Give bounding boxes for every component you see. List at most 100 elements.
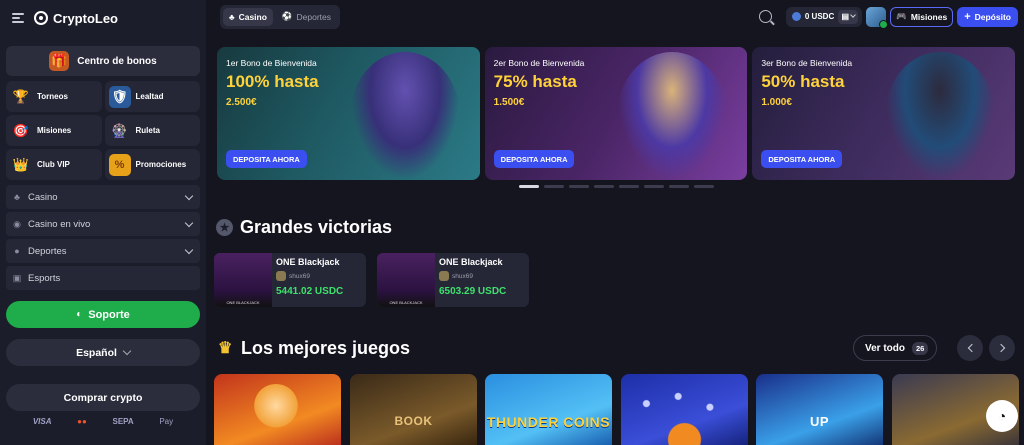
tab-label: Casino: [238, 11, 267, 22]
carousel-prev-button[interactable]: [957, 335, 983, 361]
carousel-dot[interactable]: [594, 185, 614, 188]
banner-welcome-3[interactable]: 3er Bono de Bienvenida 50% hasta 1.000€ …: [752, 47, 1016, 180]
balance-value: 0 USDC: [804, 12, 835, 21]
section-switcher: ♣ Casino ⚽ Deportes: [220, 4, 341, 29]
gamepad-icon: ▣: [12, 273, 22, 283]
nav-casino-en-vivo[interactable]: ◉ Casino en vivo: [6, 212, 200, 236]
tile-label: Promociones: [135, 160, 187, 169]
chevron-down-icon: [850, 12, 856, 18]
deposit-now-button[interactable]: DEPOSITA AHORA: [226, 150, 307, 168]
ball-icon: ●: [14, 246, 20, 256]
banner-welcome-2[interactable]: 2er Bono de Bienvenida 75% hasta 1.500€ …: [484, 47, 748, 180]
game-title-art: BOOK: [394, 414, 433, 428]
game-card[interactable]: [214, 374, 341, 445]
bonus-center-button[interactable]: 🎁 Centro de bonos: [6, 46, 200, 76]
nav-esports[interactable]: ▣ Esports: [6, 266, 200, 290]
tile-ruleta[interactable]: 🎡 Ruleta: [104, 115, 200, 146]
carousel-next-button[interactable]: [989, 335, 1015, 361]
tile-lealtad[interactable]: 🛡 Lealtad: [104, 81, 200, 112]
plinko-illustration: [621, 382, 748, 445]
game-title-art: THUNDER COINS: [486, 414, 611, 430]
chevron-left-icon: [967, 343, 976, 353]
user-avatar: [439, 271, 449, 281]
carousel-dot[interactable]: [544, 185, 564, 188]
live-chat-button[interactable]: ◔: [986, 400, 1018, 432]
wallet-dropdown[interactable]: ▤: [838, 9, 859, 24]
trophy-icon: 🏆: [12, 88, 30, 104]
carousel-dot[interactable]: [619, 185, 639, 188]
carousel-dot[interactable]: [569, 185, 589, 188]
cherries-icon: ♣: [14, 192, 20, 202]
wallet-balance[interactable]: 0 USDC ▤: [785, 6, 863, 27]
section-title: Grandes victorias: [240, 217, 393, 237]
avatar[interactable]: [866, 6, 889, 29]
game-thumbnail: [214, 253, 272, 307]
tab-label: Deportes: [296, 11, 332, 22]
ball-icon: ⚽: [281, 11, 293, 21]
buy-crypto-button[interactable]: Comprar crypto: [6, 384, 200, 411]
tab-casino[interactable]: ♣ Casino: [223, 7, 273, 26]
crown-icon: 👑: [12, 156, 30, 172]
shield-icon: 🛡: [108, 85, 131, 108]
user-avatar: [276, 271, 286, 281]
see-all-button[interactable]: Ver todo 26: [853, 335, 938, 361]
carousel-dot[interactable]: [694, 185, 714, 188]
banner-welcome-1[interactable]: 1er Bono de Bienvenida 100% hasta 2.500€…: [217, 47, 480, 180]
deposit-now-button[interactable]: DEPOSITA AHORA: [761, 150, 843, 168]
topbar: ♣ Casino ⚽ Deportes 0 USDC ▤ 🎮 Misiones …: [206, 0, 1024, 33]
star-icon: ★: [216, 219, 233, 236]
tile-label: Club VIP: [37, 160, 70, 169]
carousel-dots: [519, 185, 714, 188]
menu-icon[interactable]: [12, 13, 24, 23]
game-card[interactable]: BOOK: [350, 374, 477, 445]
game-card[interactable]: UP: [756, 374, 883, 445]
missions-label: Misiones: [910, 11, 948, 22]
live-icon: ◉: [13, 219, 21, 229]
tab-deportes[interactable]: ⚽ Deportes: [276, 8, 337, 26]
support-button[interactable]: ◐ Soporte: [6, 301, 200, 328]
usdc-coin-icon: [791, 12, 801, 21]
game-card[interactable]: [621, 374, 748, 445]
bonus-center-label: Centro de bonos: [77, 55, 157, 67]
tile-club-vip[interactable]: 👑 Club VIP: [6, 149, 102, 180]
tile-label: Ruleta: [135, 126, 160, 135]
gift-box-icon: 🎁: [49, 51, 70, 71]
jester-illustration: [252, 384, 300, 432]
games-count-badge: 26: [912, 341, 929, 355]
tile-label: Misiones: [37, 126, 72, 135]
nav-deportes[interactable]: ● Deportes: [6, 239, 200, 263]
deposit-now-button[interactable]: DEPOSITA AHORA: [493, 150, 575, 168]
apple-pay-logo: Pay: [159, 417, 174, 426]
win-card[interactable]: ONE Blackjack shux69 5441.02 USDC: [214, 253, 366, 307]
tile-torneos[interactable]: 🏆 Torneos: [6, 81, 102, 112]
chevron-down-icon: [184, 218, 194, 227]
target-icon: 🎯: [12, 122, 30, 138]
tile-promociones[interactable]: % Promociones: [104, 149, 200, 180]
missions-button[interactable]: 🎮 Misiones: [890, 6, 954, 27]
visa-logo: VISA: [32, 417, 52, 426]
logo[interactable]: CryptoLeo: [34, 11, 118, 26]
buy-crypto-label: Comprar crypto: [63, 391, 143, 404]
promo-carousel: 1er Bono de Bienvenida 100% hasta 2.500€…: [217, 47, 1016, 180]
language-select[interactable]: Español: [6, 339, 200, 366]
nav-label: Esports: [28, 272, 61, 284]
logo-mark-icon: [34, 11, 48, 25]
win-card[interactable]: ONE Blackjack shux69 6503.29 USDC: [377, 253, 529, 307]
nav-label: Casino: [28, 191, 58, 203]
app: CryptoLeo 🎁 Centro de bonos 🏆 Torneos 🛡 …: [0, 0, 1024, 445]
carousel-dot[interactable]: [519, 185, 539, 188]
hero-illustration: [885, 52, 996, 180]
nav-label: Casino en vivo: [28, 218, 91, 230]
game-card[interactable]: THUNDER COINS: [485, 374, 612, 445]
search-icon[interactable]: [758, 10, 772, 23]
nav-casino[interactable]: ♣ Casino: [6, 185, 200, 209]
carousel-dot[interactable]: [644, 185, 664, 188]
tile-misiones[interactable]: 🎯 Misiones: [6, 115, 102, 146]
hero-illustration: [349, 52, 460, 180]
deposit-button[interactable]: + Depósito: [957, 6, 1018, 27]
plus-icon: +: [964, 10, 971, 23]
see-all-label: Ver todo: [865, 342, 906, 354]
section-title: Los mejores juegos: [241, 338, 411, 358]
percent-icon: %: [108, 153, 131, 176]
carousel-dot[interactable]: [669, 185, 689, 188]
